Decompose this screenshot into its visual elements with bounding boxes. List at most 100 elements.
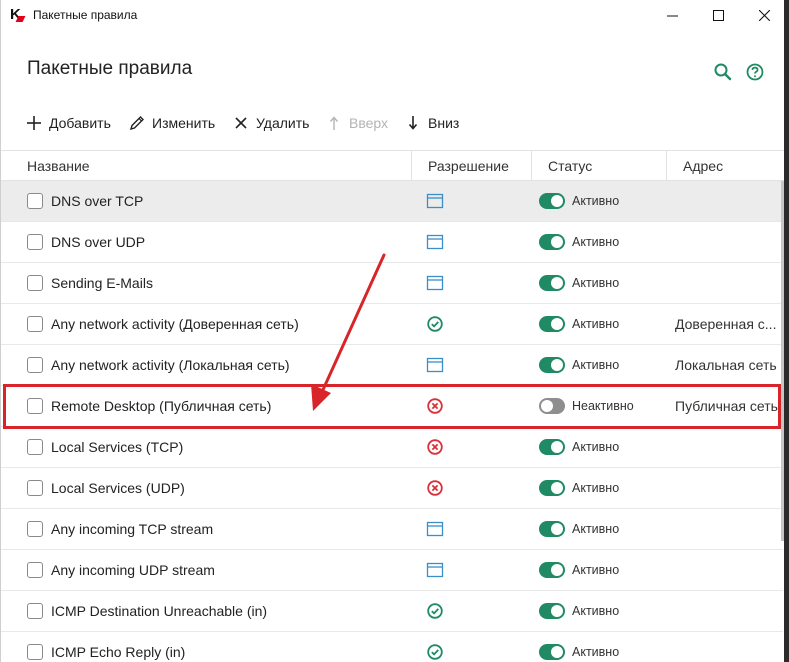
row-checkbox[interactable] bbox=[27, 603, 43, 619]
status-toggle[interactable] bbox=[539, 480, 565, 496]
table-row[interactable]: ICMP Echo Reply (in) Активно bbox=[1, 632, 783, 662]
block-x-icon bbox=[426, 438, 444, 456]
row-checkbox[interactable] bbox=[27, 316, 43, 332]
table-row[interactable]: ICMP Destination Unreachable (in) Активно bbox=[1, 591, 783, 632]
rule-name: Local Services (UDP) bbox=[51, 480, 185, 496]
address-text bbox=[675, 509, 781, 549]
table-row[interactable]: Any network activity (Доверенная сеть) Ак… bbox=[1, 304, 783, 345]
table-row[interactable]: Any incoming TCP stream Активно bbox=[1, 509, 783, 550]
address-text bbox=[675, 222, 781, 262]
table-row[interactable]: Local Services (UDP) Активно bbox=[1, 468, 783, 509]
status-text: Активно bbox=[572, 563, 620, 577]
column-header-address[interactable]: Адрес bbox=[666, 151, 785, 181]
add-button[interactable]: Добавить bbox=[25, 108, 111, 138]
table-row[interactable]: Any incoming UDP stream Активно bbox=[1, 550, 783, 591]
row-checkbox[interactable] bbox=[27, 357, 43, 373]
rule-name: ICMP Destination Unreachable (in) bbox=[51, 603, 268, 619]
status-text: Активно bbox=[572, 317, 620, 331]
status-text: Активно bbox=[572, 645, 620, 659]
window-icon bbox=[426, 561, 444, 579]
status-toggle[interactable] bbox=[539, 193, 565, 209]
table-row[interactable]: DNS over TCP Активно bbox=[1, 181, 783, 222]
table-row[interactable]: Sending E-Mails Активно bbox=[1, 263, 783, 304]
annotation-highlight-box bbox=[3, 384, 781, 429]
row-checkbox[interactable] bbox=[27, 562, 43, 578]
address-text bbox=[675, 427, 781, 467]
minimize-icon bbox=[666, 15, 678, 16]
column-header-status[interactable]: Статус bbox=[531, 151, 666, 181]
edit-button[interactable]: Изменить bbox=[128, 108, 215, 138]
row-checkbox[interactable] bbox=[27, 193, 43, 209]
rule-name: Any network activity (Локальная сеть) bbox=[51, 357, 290, 373]
move-down-label: Вниз bbox=[428, 115, 460, 131]
row-checkbox[interactable] bbox=[27, 521, 43, 537]
toggle-knob bbox=[551, 441, 563, 453]
status-toggle[interactable] bbox=[539, 603, 565, 619]
status-toggle[interactable] bbox=[539, 562, 565, 578]
table-row[interactable]: Any network activity (Локальная сеть) Акт… bbox=[1, 345, 783, 386]
table-row[interactable]: DNS over UDP Активно bbox=[1, 222, 783, 263]
status-toggle[interactable] bbox=[539, 439, 565, 455]
toolbar: Добавить Изменить Удалить Вверх Вниз bbox=[1, 108, 781, 138]
close-button[interactable] bbox=[741, 0, 787, 30]
status-text: Активно bbox=[572, 481, 620, 495]
rule-name: ICMP Echo Reply (in) bbox=[51, 644, 186, 660]
row-checkbox[interactable] bbox=[27, 480, 43, 496]
status-toggle[interactable] bbox=[539, 234, 565, 250]
address-text: Доверенная с... bbox=[675, 316, 777, 332]
delete-button[interactable]: Удалить bbox=[232, 108, 309, 138]
address-text bbox=[675, 550, 781, 590]
rule-name: DNS over UDP bbox=[51, 234, 146, 250]
status-toggle[interactable] bbox=[539, 275, 565, 291]
status-toggle[interactable] bbox=[539, 316, 565, 332]
help-button[interactable] bbox=[745, 62, 765, 82]
maximize-button[interactable] bbox=[695, 0, 741, 30]
rule-name: Local Services (TCP) bbox=[51, 439, 184, 455]
row-checkbox[interactable] bbox=[27, 439, 43, 455]
status-toggle[interactable] bbox=[539, 521, 565, 537]
window-icon bbox=[426, 520, 444, 538]
address-text: Локальная сеть bbox=[675, 357, 777, 373]
row-checkbox[interactable] bbox=[27, 275, 43, 291]
column-header-permission[interactable]: Разрешение bbox=[411, 151, 531, 181]
status-text: Активно bbox=[572, 358, 620, 372]
allow-check-icon bbox=[426, 315, 444, 333]
arrow-up-icon bbox=[325, 114, 343, 132]
rule-name: Any incoming TCP stream bbox=[51, 521, 214, 537]
toggle-knob bbox=[551, 564, 563, 576]
desktop-background bbox=[784, 0, 789, 662]
move-up-button[interactable]: Вверх bbox=[325, 108, 388, 138]
rule-name: Any incoming UDP stream bbox=[51, 562, 215, 578]
table-row[interactable]: Local Services (TCP) Активно bbox=[1, 427, 783, 468]
edit-label: Изменить bbox=[152, 115, 216, 131]
status-toggle[interactable] bbox=[539, 644, 565, 660]
page-title: Пакетные правила bbox=[27, 58, 193, 79]
column-header-name[interactable]: Название bbox=[27, 151, 411, 181]
pencil-icon bbox=[128, 114, 146, 132]
move-up-label: Вверх bbox=[349, 115, 389, 131]
delete-label: Удалить bbox=[256, 115, 310, 131]
plus-icon bbox=[25, 114, 43, 132]
allow-check-icon bbox=[426, 643, 444, 661]
window-icon bbox=[426, 192, 444, 210]
block-x-icon bbox=[426, 479, 444, 497]
close-icon bbox=[758, 9, 770, 21]
search-button[interactable] bbox=[713, 62, 733, 82]
address-text bbox=[675, 591, 781, 631]
delete-x-icon bbox=[232, 114, 250, 132]
rule-name: DNS over TCP bbox=[51, 193, 144, 209]
row-checkbox[interactable] bbox=[27, 644, 43, 660]
app-window: K Пакетные правила Пакетные правила Доба… bbox=[0, 0, 789, 662]
row-checkbox[interactable] bbox=[27, 234, 43, 250]
toggle-knob bbox=[551, 195, 563, 207]
rule-name: Any network activity (Доверенная сеть) bbox=[51, 316, 299, 332]
status-text: Активно bbox=[572, 440, 620, 454]
window-title: Пакетные правила bbox=[33, 8, 138, 22]
window-icon bbox=[426, 356, 444, 374]
status-text: Активно bbox=[572, 604, 620, 618]
rule-name: Sending E-Mails bbox=[51, 275, 153, 291]
status-toggle[interactable] bbox=[539, 357, 565, 373]
minimize-button[interactable] bbox=[649, 0, 695, 30]
move-down-button[interactable]: Вниз bbox=[404, 108, 459, 138]
status-text: Активно bbox=[572, 276, 620, 290]
